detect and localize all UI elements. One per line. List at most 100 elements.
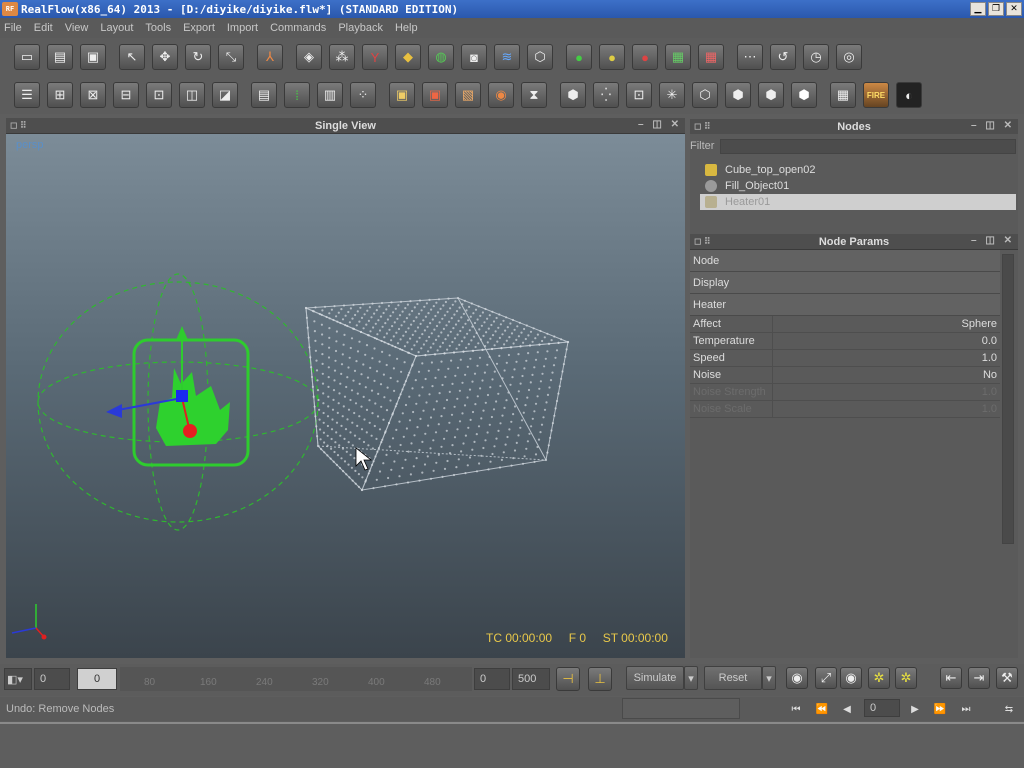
simulate-dropdown-button[interactable]: ▾ <box>684 666 698 690</box>
hourglass-button[interactable]: ⧗ <box>521 82 547 108</box>
z-axis-arrow-icon[interactable] <box>106 404 122 418</box>
3d-viewport[interactable]: persp TC 00:00:00 F 0 ST 00:00:00 <box>6 134 685 658</box>
move-tool-button[interactable]: ✥ <box>152 44 178 70</box>
param-row-affect[interactable]: Affect Sphere <box>690 316 1000 333</box>
menu-tools[interactable]: Tools <box>145 22 171 34</box>
playback-frame-field[interactable]: 0 <box>864 699 900 717</box>
menu-commands[interactable]: Commands <box>270 22 326 34</box>
network-button[interactable]: ◎ <box>836 44 862 70</box>
green-status-button[interactable]: ● <box>566 44 592 70</box>
particle-grid-button[interactable]: ⁘ <box>350 82 376 108</box>
waves-button[interactable]: ≋ <box>494 44 520 70</box>
emitters-button[interactable]: ◈ <box>296 44 322 70</box>
texture-b-button[interactable]: ▣ <box>422 82 448 108</box>
scale-tool-button[interactable]: ⤡ <box>218 44 244 70</box>
menu-edit[interactable]: Edit <box>34 22 53 34</box>
timeline-ruler[interactable]: 80 160 240 320 400 480 <box>120 667 472 691</box>
exclusive-link-button[interactable]: ⊡ <box>146 82 172 108</box>
gear-b-button[interactable]: ✲ <box>895 667 917 689</box>
object-box-button[interactable]: ◫ <box>179 82 205 108</box>
shade-flat-button[interactable]: ⬢ <box>725 82 751 108</box>
gear-a-button[interactable]: ✲ <box>868 667 890 689</box>
menu-layout[interactable]: Layout <box>100 22 133 34</box>
panel-grip-icon[interactable]: ◻ ⠿ <box>694 121 711 132</box>
simulation-events-button[interactable]: ◷ <box>803 44 829 70</box>
go-to-end-button[interactable]: ⏭ <box>955 700 977 718</box>
yellow-status-button[interactable]: ● <box>599 44 625 70</box>
node-item-cube[interactable]: Cube_top_open02 <box>700 162 1016 178</box>
panel-window-controls[interactable]: – ◫ ✕ <box>638 119 682 130</box>
filter-input[interactable] <box>720 138 1016 154</box>
texture-d-button[interactable]: ◉ <box>488 82 514 108</box>
shade-smooth-button[interactable]: ⬢ <box>758 82 784 108</box>
x-axis-handle-icon[interactable] <box>183 424 197 438</box>
particles-button[interactable]: ⁂ <box>329 44 355 70</box>
save-scene-button[interactable]: ▣ <box>80 44 106 70</box>
meshes-button[interactable]: ◍ <box>428 44 454 70</box>
export-button[interactable]: ▦ <box>665 44 691 70</box>
red-status-button[interactable]: ● <box>632 44 658 70</box>
range-end-field[interactable]: 500 <box>512 668 550 690</box>
simulate-button[interactable]: Simulate <box>626 666 684 690</box>
panel-window-controls[interactable]: – ◫ ✕ <box>971 235 1015 246</box>
key-clear-button[interactable]: ⊥ <box>588 667 612 691</box>
batch-script-button[interactable]: ⋯ <box>737 44 763 70</box>
layers-button[interactable]: ▤ <box>251 82 277 108</box>
menu-import[interactable]: Import <box>227 22 258 34</box>
shade-full-button[interactable]: ⬢ <box>791 82 817 108</box>
range-start-field[interactable]: 0 <box>474 668 510 690</box>
realwave-button[interactable]: ◐ <box>896 82 922 108</box>
reset-dropdown-button[interactable]: ▾ <box>762 666 776 690</box>
menu-playback[interactable]: Playback <box>338 22 383 34</box>
section-node[interactable]: Node <box>690 250 1000 272</box>
cache-globe-button[interactable]: ◉ <box>786 667 808 689</box>
timeline-start-field[interactable]: 0 <box>34 668 70 690</box>
export-right-button[interactable]: ⇥ <box>968 667 990 689</box>
rotate-tool-button[interactable]: ↻ <box>185 44 211 70</box>
y-axis-arrow-icon[interactable] <box>176 326 188 340</box>
param-row-noise[interactable]: Noise No <box>690 367 1000 384</box>
open-scene-button[interactable]: ▤ <box>47 44 73 70</box>
cameras-button[interactable]: ◙ <box>461 44 487 70</box>
playback-mode-dropdown[interactable]: ◧▾ <box>4 668 32 690</box>
objects-button[interactable]: ◆ <box>395 44 421 70</box>
param-value[interactable]: Sphere <box>773 318 1000 330</box>
panel-window-controls[interactable]: – ◫ ✕ <box>971 120 1015 131</box>
step-forward-button[interactable]: ⏩ <box>929 700 951 718</box>
add-node-button[interactable]: ⊞ <box>47 82 73 108</box>
panel-grip-icon[interactable]: ◻ ⠿ <box>694 236 711 247</box>
node-item-fill-object[interactable]: Fill_Object01 <box>700 178 1016 194</box>
menu-view[interactable]: View <box>65 22 89 34</box>
group-node-button[interactable]: ⊟ <box>113 82 139 108</box>
relationships-button[interactable]: ⁞ <box>284 82 310 108</box>
texture-a-button[interactable]: ▣ <box>389 82 415 108</box>
menu-help[interactable]: Help <box>395 22 418 34</box>
param-value[interactable]: 1.0 <box>773 352 1000 364</box>
view-dots-button[interactable]: ⁛ <box>593 82 619 108</box>
export-central-button[interactable]: ▦ <box>698 44 724 70</box>
view-front-button[interactable]: ⬢ <box>560 82 586 108</box>
link-node-button[interactable]: ⊠ <box>80 82 106 108</box>
menu-file[interactable]: File <box>4 22 22 34</box>
daemons-button[interactable]: Y <box>362 44 388 70</box>
ruler-button[interactable]: ▥ <box>317 82 343 108</box>
panel-grip-icon[interactable]: ◻ ⠿ <box>10 120 27 131</box>
close-button[interactable]: ✕ <box>1006 2 1022 16</box>
key-frame-button[interactable]: ⊣ <box>556 667 580 691</box>
param-value[interactable]: No <box>773 369 1000 381</box>
minimize-button[interactable]: ▁ <box>970 2 986 16</box>
select-tool-button[interactable]: ↖ <box>119 44 145 70</box>
params-scrollbar[interactable] <box>1002 254 1014 544</box>
menu-export[interactable]: Export <box>183 22 215 34</box>
simulation-flow-button[interactable]: ↺ <box>770 44 796 70</box>
render-settings-button[interactable]: ▦ <box>830 82 856 108</box>
new-scene-button[interactable]: ▭ <box>14 44 40 70</box>
param-value[interactable]: 0.0 <box>773 335 1000 347</box>
param-row-temperature[interactable]: Temperature 0.0 <box>690 333 1000 350</box>
export-left-button[interactable]: ⇤ <box>940 667 962 689</box>
section-heater[interactable]: Heater <box>690 294 1000 316</box>
manipulator-center-icon[interactable] <box>176 390 188 402</box>
cache-scale-button[interactable]: ⤢ <box>815 667 837 689</box>
hybrido-button[interactable]: ⬡ <box>527 44 553 70</box>
param-row-speed[interactable]: Speed 1.0 <box>690 350 1000 367</box>
